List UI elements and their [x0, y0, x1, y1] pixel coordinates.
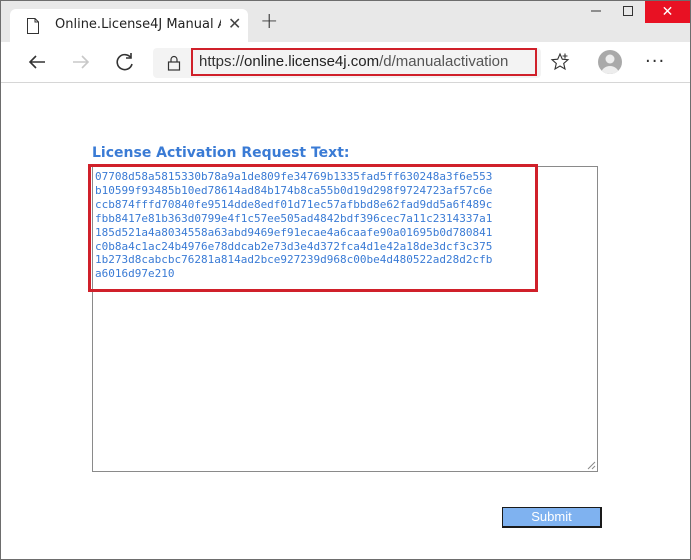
browser-toolbar: https://online.license4j.com/d/manualact…	[1, 42, 690, 83]
refresh-icon[interactable]	[113, 50, 137, 74]
page-icon	[27, 18, 39, 34]
url-highlight-box: https://online.license4j.com/d/manualact…	[191, 48, 537, 76]
back-arrow-icon[interactable]	[25, 50, 49, 74]
new-tab-button[interactable]: +	[260, 11, 278, 33]
url-text[interactable]: https://online.license4j.com/d/manualact…	[199, 53, 508, 70]
address-bar[interactable]: https://online.license4j.com/d/manualact…	[153, 48, 541, 78]
request-text-label: License Activation Request Text:	[92, 145, 350, 161]
browser-window: Online.License4J Manual Activati ✕ + ✕	[0, 0, 691, 560]
request-text-value: 07708d58a5815330b78a9a1de809fe34769b1335…	[95, 170, 493, 281]
request-text-area[interactable]: 07708d58a5815330b78a9a1de809fe34769b1335…	[92, 166, 598, 472]
submit-button[interactable]: Submit	[502, 507, 602, 528]
user-icon	[601, 54, 619, 74]
minimize-icon[interactable]	[589, 5, 603, 17]
maximize-icon[interactable]	[621, 5, 635, 17]
resize-handle-icon[interactable]	[587, 461, 596, 470]
tab-strip: Online.License4J Manual Activati ✕ + ✕	[1, 1, 690, 42]
page-content: License Activation Request Text: 07708d5…	[1, 83, 690, 559]
url-path: /d/manualactivation	[379, 53, 509, 70]
tab-title: Online.License4J Manual Activati	[55, 17, 221, 32]
url-host: online.license4j.com	[244, 53, 380, 70]
lock-icon[interactable]	[167, 55, 181, 71]
forward-arrow-icon[interactable]	[69, 50, 93, 74]
tab-active[interactable]: Online.License4J Manual Activati ✕	[10, 9, 248, 42]
favorite-star-icon[interactable]	[550, 52, 570, 72]
more-menu-icon[interactable]: ···	[645, 51, 665, 72]
url-scheme: https://	[199, 53, 245, 70]
profile-avatar[interactable]	[598, 50, 622, 74]
tab-close-icon[interactable]: ✕	[228, 16, 241, 32]
window-close-button[interactable]: ✕	[645, 1, 690, 23]
